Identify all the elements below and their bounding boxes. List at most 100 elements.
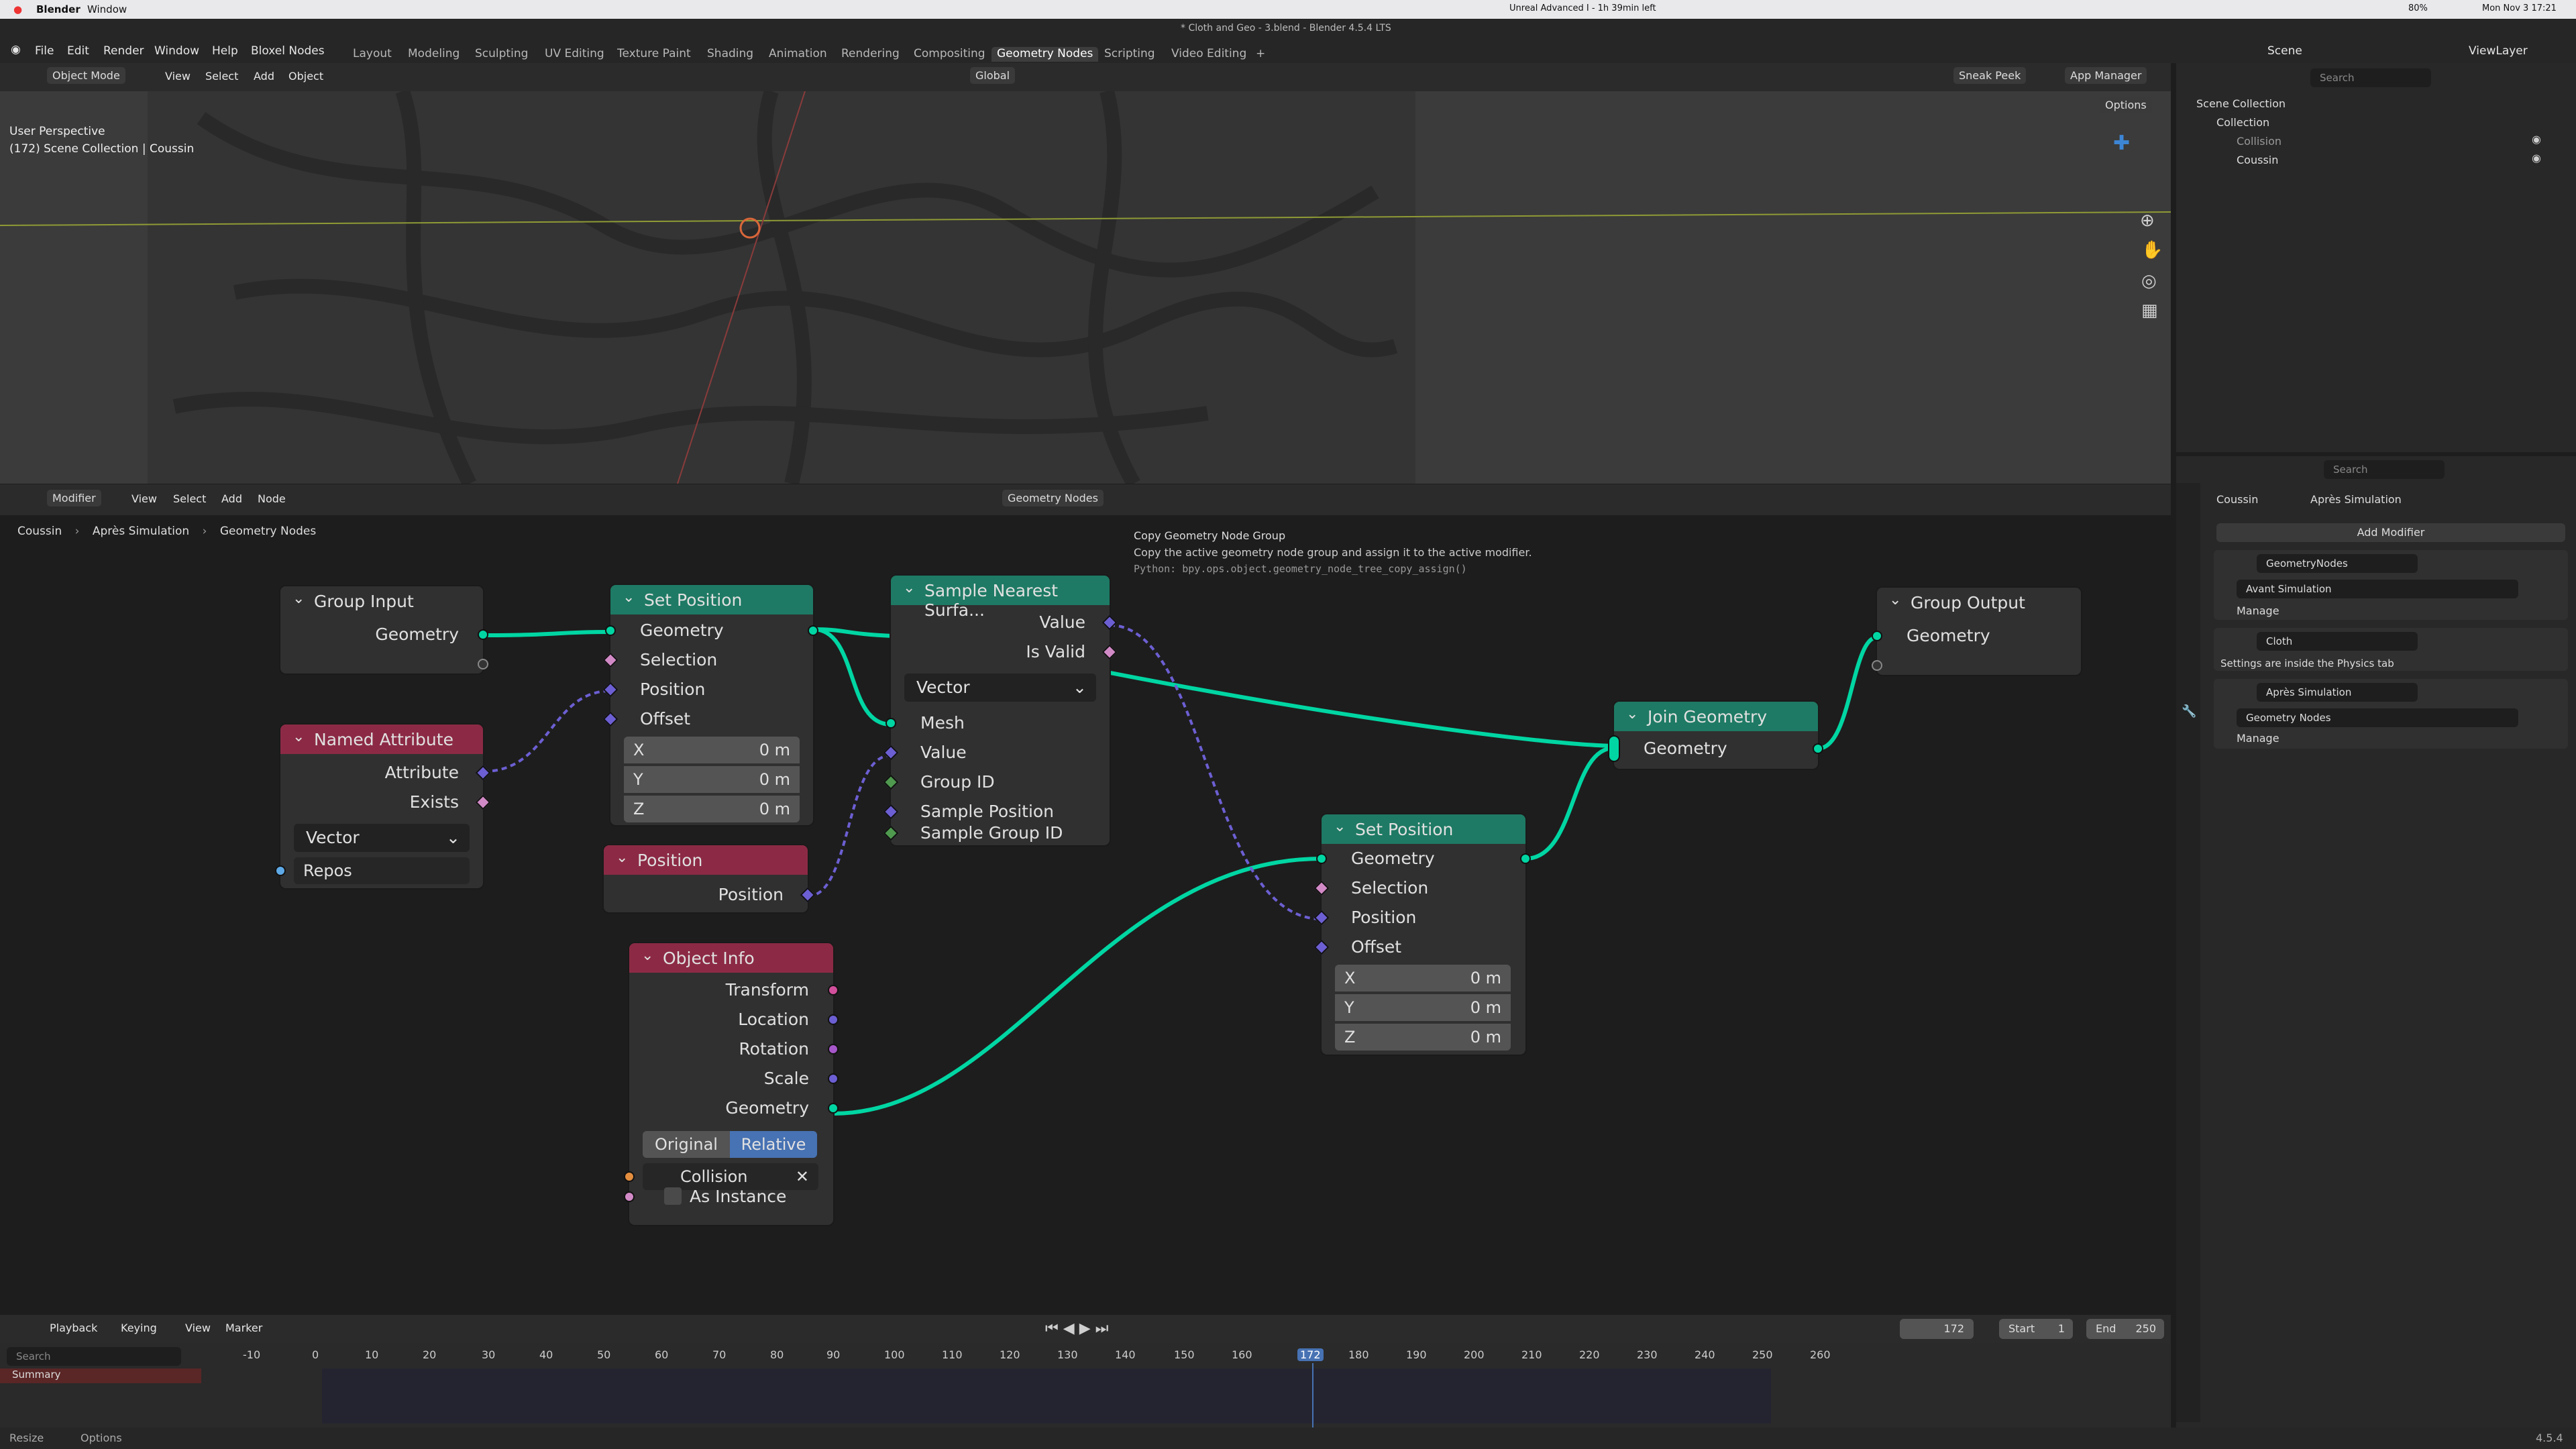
camera-view-icon[interactable]: ◎ [2141,271,2157,291]
node-group-output[interactable]: ⌄ Group Output Geometry [1872,588,2081,675]
rotation-socket[interactable] [828,1044,839,1055]
hand-pan-icon[interactable]: ✋ [2141,240,2163,260]
geometry-in-socket[interactable] [1872,631,1882,641]
vp-menu-view[interactable]: View [165,70,191,83]
vp-menu-object[interactable]: Object [288,70,323,83]
object-mode-dropdown[interactable]: Object Mode [47,67,125,84]
editor-type-dropdown[interactable]: Modifier [47,490,101,506]
tab-modeling[interactable]: Modeling [402,47,465,62]
clear-icon[interactable]: ✕ [796,1163,809,1190]
menu-view[interactable]: View [185,1322,211,1334]
mac-app-name[interactable]: Blender [36,3,80,15]
modifier-name-field[interactable]: Après Simulation [2257,683,2418,702]
sneak-peek-button[interactable]: Sneak Peek [1953,67,2027,84]
eye-icon[interactable]: ◉ [2532,133,2541,146]
node-position[interactable]: ⌄ Position Position [604,845,816,912]
mac-window-menu[interactable]: Window [87,3,127,15]
ne-menu-add[interactable]: Add [221,492,242,505]
eye-icon[interactable]: ◉ [2532,152,2541,164]
node-group-field[interactable]: Geometry Nodes [2237,708,2518,727]
node-editor[interactable]: Coussin › Après Simulation › Geometry No… [0,517,2171,1315]
outliner-search[interactable]: Search [2310,68,2431,87]
tab-animation[interactable]: Animation [763,47,833,62]
empty-socket[interactable] [1872,660,1882,671]
ne-menu-view[interactable]: View [131,492,157,505]
end-frame-field[interactable]: End 250 [2086,1319,2164,1339]
wrench-icon[interactable]: 🔧 [2182,704,2196,718]
relative-toggle[interactable]: Relative [730,1131,817,1158]
offset-y-field[interactable]: Y0 m [1335,994,1511,1021]
location-socket[interactable] [828,1014,839,1025]
vp-menu-select[interactable]: Select [205,70,238,83]
geometry-out-socket[interactable] [828,1103,839,1114]
tab-video-editing[interactable]: Video Editing [1166,47,1252,62]
tab-scripting[interactable]: Scripting [1099,47,1161,62]
tab-geometry-nodes[interactable]: Geometry Nodes [991,47,1099,62]
outliner[interactable]: Search Scene Collection Collection Colli… [2176,63,2576,452]
tab-compositing[interactable]: Compositing [908,47,991,62]
tab-rendering[interactable]: Rendering [836,47,905,62]
properties-tabs[interactable] [2176,483,2200,1422]
offset-x-field[interactable]: X0 m [1335,965,1511,991]
app-manager-button[interactable]: App Manager [2065,67,2147,84]
geometry-out-socket[interactable] [1813,743,1823,754]
scale-socket[interactable] [828,1073,839,1084]
coussin-item[interactable]: Coussin [2237,149,2278,172]
properties-editor[interactable]: 🔧 Search Coussin Après Simulation Add Mo… [2176,456,2576,1428]
offset-z-field[interactable]: Z0 m [1335,1024,1511,1051]
tab-texture-paint[interactable]: Texture Paint [612,47,696,62]
data-type-dropdown[interactable]: Vector ⌄ [294,824,470,852]
add-modifier-button[interactable]: Add Modifier [2216,523,2565,542]
grid-toggle-icon[interactable]: ▦ [2141,301,2158,321]
orientation-dropdown[interactable]: Global [970,67,1016,84]
scene-name[interactable]: Scene [2267,44,2302,58]
geometry-out-socket[interactable] [808,625,818,636]
geometry-in-socket[interactable] [1316,853,1327,864]
tab-sculpting[interactable]: Sculpting [470,47,533,62]
context-object[interactable]: Coussin [2216,488,2258,511]
offset-y-field[interactable]: Y0 m [624,766,800,793]
attribute-name-field[interactable]: Repos [294,857,470,884]
as-instance-socket[interactable] [624,1191,635,1202]
playback-controls-icon[interactable]: ⏮ ◀ ▶ ⏭ [1045,1320,1108,1337]
geometry-in-socket[interactable] [605,625,616,636]
empty-socket[interactable] [478,659,488,669]
vp-menu-add[interactable]: Add [254,70,274,83]
transform-socket[interactable] [828,985,839,996]
modifier-name-field[interactable]: GeometryNodes [2257,554,2418,573]
context-modifier[interactable]: Après Simulation [2310,488,2402,511]
modifier-name-field[interactable]: Cloth [2257,632,2418,651]
offset-x-field[interactable]: X0 m [624,737,800,763]
3d-viewport[interactable]: User Perspective (172) Scene Collection … [0,91,2171,484]
add-workspace-button[interactable]: + [1250,47,1271,62]
data-type-dropdown[interactable]: Vector ⌄ [904,674,1096,702]
timeline-search[interactable]: Search [7,1347,181,1366]
manage-subpanel[interactable]: Manage [2237,727,2279,750]
summary-row[interactable]: Summary [0,1368,201,1383]
tab-layout[interactable]: Layout [347,47,397,62]
node-tree-selector[interactable]: Geometry Nodes [1002,490,1104,506]
node-set-position[interactable]: ⌄ Set Position Geometry Selection Positio… [602,585,818,825]
ne-menu-select[interactable]: Select [173,492,206,505]
tab-shading[interactable]: Shading [702,47,759,62]
options-dropdown[interactable]: Options [2100,97,2152,113]
original-toggle[interactable]: Original [643,1131,730,1158]
node-group-field[interactable]: Avant Simulation [2237,580,2518,598]
node-group-input[interactable]: ⌄ Group Input Geometry [280,586,488,674]
object-socket[interactable] [624,1171,635,1182]
navigation-gizmo-icon[interactable]: ✚ [2113,131,2130,155]
menu-keying[interactable]: Keying [121,1322,157,1334]
dopesheet-area[interactable] [322,1368,1771,1424]
node-object-info[interactable]: ⌄ Object Info Transform Location Rotation… [624,943,839,1225]
zoom-icon[interactable]: ⊕ [2140,211,2155,231]
geometry-out-socket[interactable] [1520,853,1531,864]
offset-z-field[interactable]: Z0 m [624,796,800,822]
menu-playback[interactable]: Playback [50,1322,97,1334]
properties-search[interactable]: Search [2324,460,2445,479]
geometry-socket[interactable] [478,629,488,640]
node-join-geometry[interactable]: ⌄ Join Geometry Geometry [1608,702,1823,769]
playhead-frame[interactable]: 172 [1297,1348,1324,1361]
timeline[interactable]: Playback Keying View Marker ⏮ ◀ ▶ ⏭ 172 … [0,1315,2171,1428]
node-named-attribute[interactable]: ⌄ Named Attribute Attribute Exists Vector… [275,724,491,888]
ne-menu-node[interactable]: Node [258,492,286,505]
